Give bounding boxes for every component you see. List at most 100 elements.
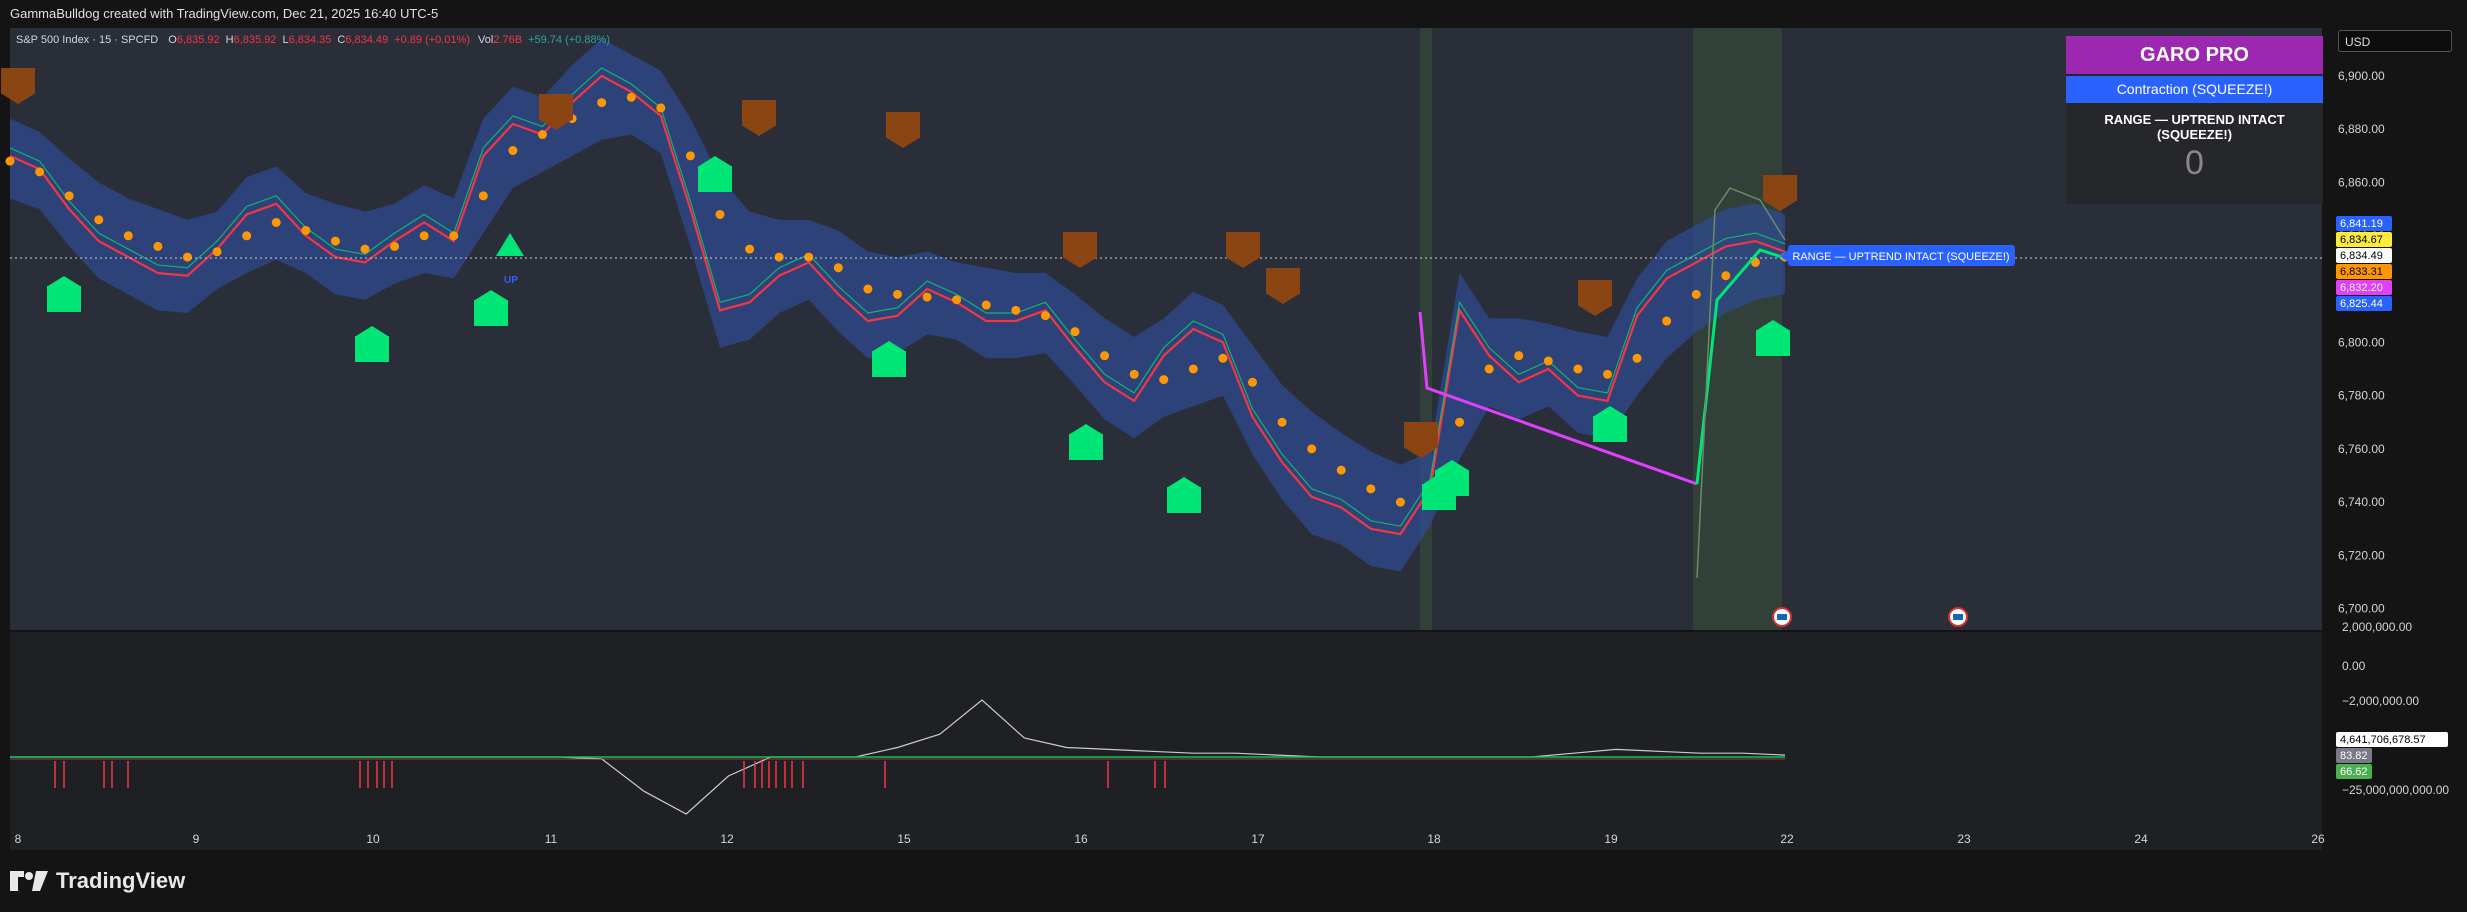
trend-dot	[35, 167, 45, 177]
trend-dot	[1277, 417, 1287, 427]
buy-signal-body	[47, 286, 81, 312]
oscillator-tick-label: −25,000,000,000.00	[2342, 783, 2449, 797]
trend-dot	[1129, 369, 1139, 379]
trend-dot	[1543, 356, 1553, 366]
ohlc-legend: S&P 500 Index · 15 · SPCFD O6,835.92 H6,83…	[16, 34, 610, 46]
time-tick-label: 22	[1780, 832, 1794, 846]
price-tick-label: 6,900.00	[2338, 69, 2385, 83]
trend-dot	[212, 247, 222, 257]
trend-dot	[1248, 377, 1257, 387]
price-tick-label: 6,700.00	[2338, 602, 2385, 616]
price-tick-label: 6,760.00	[2338, 442, 2385, 456]
trend-dot	[981, 300, 991, 310]
price-label-text: 6,832.20	[2340, 282, 2383, 294]
time-tick-label: 24	[2134, 832, 2148, 846]
time-tick-label: 9	[193, 832, 200, 846]
price-label-text: 6,841.19	[2340, 218, 2383, 230]
tradingview-logo[interactable]: TradingView	[10, 868, 185, 894]
sell-signal-body	[1226, 232, 1260, 258]
sell-signal-body	[1063, 232, 1097, 258]
tradingview-wordmark: TradingView	[56, 868, 186, 893]
legend-vol-label: Vol	[478, 34, 493, 46]
trend-dot	[508, 146, 518, 156]
trend-dot	[1307, 444, 1317, 454]
trend-dot	[656, 103, 666, 113]
oscillator-tick-label: −2,000,000.00	[2342, 694, 2419, 708]
trend-dot	[715, 209, 725, 219]
trend-dot	[123, 231, 133, 241]
trend-dot	[1484, 364, 1494, 374]
time-tick-label: 15	[897, 832, 911, 846]
price-tick-label: 6,720.00	[2338, 548, 2385, 562]
price-tick-label: 6,740.00	[2338, 495, 2385, 509]
regime-annotation-text: RANGE — UPTREND INTACT (SQUEEZE!)	[1792, 251, 2009, 263]
price-label-text: 6,825.44	[2340, 298, 2383, 310]
price-label-text: 6,834.49	[2340, 250, 2383, 262]
trend-dot	[1395, 497, 1405, 507]
trend-dot	[1336, 465, 1346, 475]
time-tick-label: 16	[1074, 832, 1088, 846]
trend-dot	[863, 284, 873, 294]
buy-signal-body	[1756, 330, 1790, 356]
trend-dot	[774, 252, 784, 262]
trend-dot	[1662, 316, 1672, 326]
time-tick-label: 17	[1251, 832, 1265, 846]
oscillator-value-text: 83.82	[2340, 750, 2368, 762]
trend-dot	[330, 236, 340, 246]
trend-dot	[626, 92, 636, 102]
sell-signal-body	[1763, 175, 1797, 201]
sell-signal-body	[886, 112, 920, 138]
oscillator-tick-label: 0.00	[2342, 659, 2366, 673]
us-flag-event-icon	[1772, 607, 1792, 627]
price-tick-label: 6,880.00	[2338, 122, 2385, 136]
oscillator-pane[interactable]	[10, 632, 2322, 850]
time-tick-label: 8	[15, 832, 22, 846]
currency-selector[interactable]: USD	[2338, 30, 2452, 52]
trend-dot	[538, 130, 547, 140]
garo-panel: GARO PRO Contraction (SQUEEZE!) RANGE — …	[2066, 36, 2323, 204]
trend-dot	[242, 231, 252, 241]
header-text: GammaBulldog created with TradingView.co…	[10, 6, 439, 21]
sell-signal-body	[1266, 268, 1300, 294]
buy-signal-body	[1069, 434, 1103, 460]
trend-dot	[449, 231, 459, 241]
buy-signal-body	[1435, 470, 1469, 496]
regime-annotation: RANGE — UPTREND INTACT (SQUEEZE!)	[1780, 245, 2015, 266]
legend-close: 6,834.49	[345, 34, 388, 46]
price-label-text: 6,833.31	[2340, 266, 2383, 278]
trend-dot	[1603, 369, 1612, 379]
trend-dot	[1159, 375, 1169, 385]
sell-signal-body	[742, 100, 776, 126]
footer-bar: TradingView	[0, 852, 2467, 912]
price-tick-label: 6,860.00	[2338, 175, 2385, 189]
trend-dot	[1011, 305, 1021, 315]
trend-dot	[478, 191, 488, 201]
trend-dot	[1366, 484, 1376, 494]
buy-signal-body	[698, 166, 732, 192]
trend-dot	[893, 289, 902, 299]
trend-dot	[94, 215, 104, 225]
trend-dot	[1188, 364, 1198, 374]
trend-dot	[301, 225, 311, 235]
header-bar: GammaBulldog created with TradingView.co…	[0, 0, 2467, 26]
sell-signal-body	[1578, 280, 1612, 306]
time-tick-label: 18	[1427, 832, 1441, 846]
trend-dot	[1070, 327, 1080, 337]
trend-dot	[271, 217, 281, 227]
trend-dot	[153, 241, 163, 251]
price-tick-label: 6,800.00	[2338, 335, 2385, 349]
trend-dot	[390, 241, 400, 251]
trend-dot	[1573, 364, 1583, 374]
event-flag-center	[1953, 614, 1963, 620]
buy-signal-body	[355, 336, 389, 362]
pointer-label: UP	[504, 275, 518, 286]
buy-signal-body	[1167, 487, 1201, 513]
oscillator-value-text: 4,641,706,678.57	[2340, 734, 2426, 746]
legend-high: 6,835.92	[234, 34, 277, 46]
trend-dot	[1632, 353, 1642, 363]
trend-dot	[64, 191, 74, 201]
legend-vol-change: +59.74 (+0.88%)	[528, 34, 610, 46]
garo-regime: RANGE — UPTREND INTACT (SQUEEZE!)	[2104, 112, 2285, 142]
trend-dot	[419, 231, 429, 241]
legend-low: 6,834.35	[289, 34, 332, 46]
